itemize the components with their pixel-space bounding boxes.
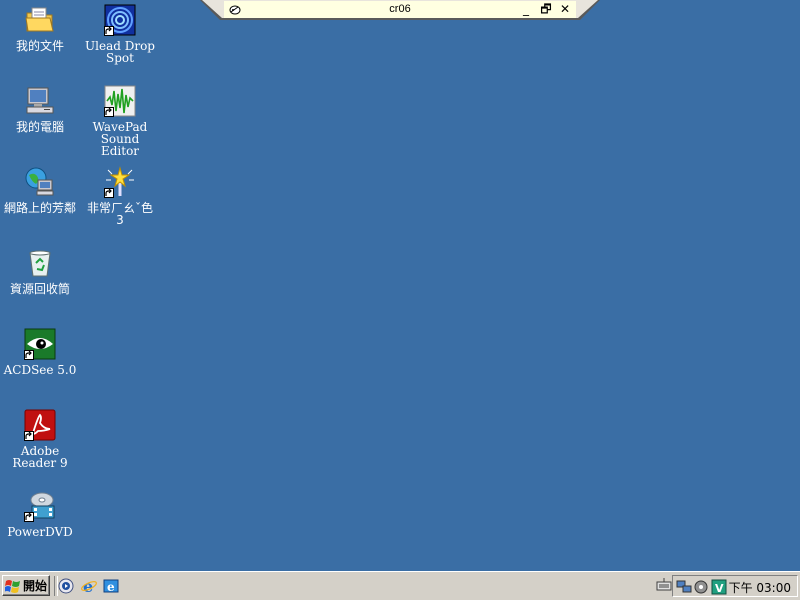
desktop-icon-label: PowerDVD <box>7 525 73 539</box>
sound-tray-icon[interactable] <box>693 579 709 595</box>
outlook-express-icon[interactable]: e <box>102 577 120 595</box>
network-tray-icon[interactable] <box>676 579 692 595</box>
desktop-icon-network[interactable]: 網路上的芳鄰 <box>0 164 80 236</box>
desktop-icon-my-computer[interactable]: 我的電腦 <box>0 83 80 155</box>
desktop-icon-wavepad[interactable]: WavePad Sound Editor <box>80 83 160 158</box>
window-title-bar[interactable]: cr06 _ 🗗 ✕ <box>200 0 600 20</box>
shortcut-arrow-icon <box>24 431 34 441</box>
desktop-icon-label: WavePad Sound Editor <box>92 120 148 158</box>
minimize-button[interactable]: _ <box>518 2 534 16</box>
svg-text:e: e <box>83 577 93 595</box>
desktop-icon-my-documents[interactable]: 我的文件 <box>0 2 80 74</box>
shortcut-arrow-icon <box>104 26 114 36</box>
shortcut-arrow-icon <box>24 350 34 360</box>
recycle-bin-icon <box>29 250 51 277</box>
desktop-icon-label: 非常ㄏㄠˇ色 3 <box>86 201 153 227</box>
network-icon <box>25 167 54 196</box>
svg-text:V: V <box>715 582 724 595</box>
keyboard-icon[interactable] <box>656 577 672 593</box>
desktop-icon-acdsee[interactable]: ACDSee 5.0 <box>0 326 80 398</box>
shortcut-arrow-icon <box>104 107 114 117</box>
desktop-icon-recycle-bin[interactable]: 資源回收筒 <box>0 245 80 317</box>
desktop-icon-ulead-drop-spot[interactable]: Ulead Drop Spot <box>80 2 160 74</box>
desktop-icon-label: Ulead Drop Spot <box>85 39 155 65</box>
desktop[interactable]: 我的文件 我的電腦 網路上的芳鄰 資源回收筒 ACDSee 5.0 Adobe … <box>0 0 800 571</box>
security-tray-icon[interactable]: V <box>711 579 727 595</box>
taskbar-clock[interactable]: 下午 03:00 <box>729 579 791 596</box>
window-title: cr06 <box>389 3 411 15</box>
desktop-icon-label: 我的電腦 <box>15 120 64 134</box>
desktop-icon-label: 我的文件 <box>15 39 64 53</box>
folder-documents-icon <box>25 7 54 32</box>
window-app-icon[interactable] <box>228 3 242 17</box>
start-button[interactable]: 開始 <box>2 575 50 596</box>
windows-logo-icon <box>5 579 20 593</box>
system-tray: V 下午 03:00 <box>672 575 798 597</box>
computer-icon <box>26 87 54 114</box>
desktop-icon-feichang-haose[interactable]: 非常ㄏㄠˇ色 3 <box>80 164 160 236</box>
taskbar: 開始 e e V 下午 03:00 <box>0 571 800 600</box>
close-button[interactable]: ✕ <box>557 2 573 16</box>
svg-text:e: e <box>107 580 115 594</box>
shortcut-arrow-icon <box>104 188 114 198</box>
media-player-icon[interactable] <box>57 577 75 595</box>
desktop-icon-label: 網路上的芳鄰 <box>3 201 76 215</box>
internet-explorer-icon[interactable]: e <box>80 577 98 595</box>
desktop-icon-label: Adobe Reader 9 <box>12 444 68 470</box>
desktop-icon-label: ACDSee 5.0 <box>3 363 77 377</box>
desktop-icon-adobe-reader[interactable]: Adobe Reader 9 <box>0 407 80 479</box>
desktop-icon-label: 資源回收筒 <box>9 282 70 296</box>
restore-button[interactable]: 🗗 <box>538 2 554 16</box>
desktop-icon-powerdvd[interactable]: PowerDVD <box>0 488 80 560</box>
shortcut-arrow-icon <box>24 512 34 522</box>
start-label: 開始 <box>23 579 48 593</box>
